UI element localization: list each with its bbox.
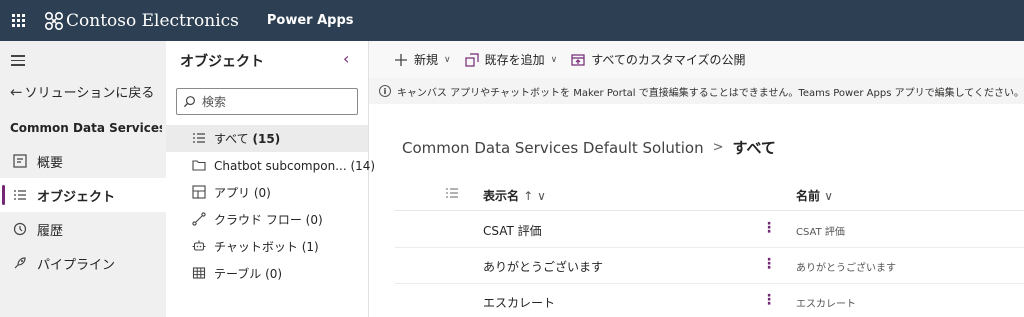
table-row[interactable]: ありがとうございます ⋮ ありがとうございます xyxy=(395,248,1024,284)
row-name: ありがとうございます xyxy=(796,263,896,274)
object-filter-count: (14) xyxy=(350,158,376,173)
table-icon xyxy=(192,267,206,279)
command-bar: 新規 ∨ 既存を追加 ∨ すべてのカスタマイズの公開 xyxy=(369,41,1024,78)
object-filter-label: クラウド フロー xyxy=(214,213,302,227)
solution-name: Common Data Services ... xyxy=(10,121,162,135)
object-filter-chatbots[interactable]: チャットボット (1) xyxy=(166,233,368,260)
search-input[interactable] xyxy=(202,94,352,109)
nav-item-overview[interactable]: 概要 xyxy=(0,144,166,178)
info-icon: i xyxy=(379,85,391,97)
object-filter-count: (0) xyxy=(265,267,283,281)
hamburger-menu-icon[interactable] xyxy=(11,55,25,69)
brand[interactable]: Contoso Electronics xyxy=(44,11,239,31)
publish-label: すべてのカスタマイズの公開 xyxy=(591,53,746,67)
object-filter-label: アプリ xyxy=(214,186,251,200)
nav-item-label: 履歴 xyxy=(37,223,64,239)
plus-icon xyxy=(394,53,408,67)
search-icon xyxy=(183,96,195,108)
object-filter-label: テーブル xyxy=(214,267,262,281)
chevron-down-icon: ∨ xyxy=(444,54,451,65)
back-to-solutions-link[interactable]: ← ソリューションに戻る xyxy=(10,82,155,102)
column-header-display-name-label: 表示名 xyxy=(483,189,520,203)
brand-name: Contoso Electronics xyxy=(66,10,239,31)
publish-all-button[interactable]: すべてのカスタマイズの公開 xyxy=(571,51,746,68)
publish-icon xyxy=(571,53,585,67)
column-header-name-label: 名前 xyxy=(796,189,821,203)
object-filter-count: (1) xyxy=(301,240,319,254)
objects-panel: オブジェクト ‹ すべて (15) Chatbot subcompon... (… xyxy=(166,41,375,317)
row-name: エスカレート xyxy=(796,299,856,310)
more-options-icon[interactable]: ⋮ xyxy=(762,220,776,236)
breadcrumb-separator: > xyxy=(712,140,724,155)
nav-item-history[interactable]: 履歴 xyxy=(0,212,166,246)
chevron-down-icon: ∨ xyxy=(550,54,558,65)
select-all-icon[interactable] xyxy=(445,187,459,199)
grid-header: 表示名 ↑ ∨ 名前 ∨ xyxy=(395,177,1024,211)
app-icon xyxy=(192,185,206,199)
history-icon xyxy=(11,221,29,237)
object-filter-all[interactable]: すべて (15) xyxy=(166,125,368,152)
breadcrumb-solution[interactable]: Common Data Services Default Solution xyxy=(402,139,704,157)
nav-item-label: オブジェクト xyxy=(37,189,116,205)
search-box[interactable] xyxy=(176,88,358,115)
list-icon xyxy=(193,133,205,143)
objects-icon xyxy=(11,187,29,203)
contoso-logo-icon xyxy=(44,11,64,30)
left-nav: ← ソリューションに戻る Common Data Services ... 概要… xyxy=(0,41,166,317)
nav-item-label: パイプライン xyxy=(37,257,116,273)
breadcrumb-current: すべて xyxy=(732,139,776,157)
row-name: CSAT 評価 xyxy=(796,227,845,238)
top-bar: Contoso Electronics Power Apps xyxy=(0,0,1024,41)
object-filter-apps[interactable]: アプリ (0) xyxy=(166,179,368,206)
collapse-panel-icon[interactable]: ‹ xyxy=(343,49,349,68)
row-display-name[interactable]: エスカレート xyxy=(483,294,555,311)
table-row[interactable]: CSAT 評価 ⋮ CSAT 評価 xyxy=(395,212,1024,248)
breadcrumb: Common Data Services Default Solution > … xyxy=(402,137,776,158)
pipeline-icon xyxy=(11,255,29,271)
object-filter-cloud-flows[interactable]: クラウド フロー (0) xyxy=(166,206,368,233)
add-existing-label: 既存を追加 xyxy=(484,53,545,67)
row-display-name[interactable]: CSAT 評価 xyxy=(483,222,542,239)
object-filter-label: チャットボット xyxy=(214,240,298,254)
objects-panel-title: オブジェクト xyxy=(180,54,264,70)
nav-item-pipelines[interactable]: パイプライン xyxy=(0,246,166,280)
new-label: 新規 xyxy=(414,53,439,67)
more-options-icon[interactable]: ⋮ xyxy=(762,256,776,272)
overview-icon xyxy=(11,153,29,169)
object-filter-count: (0) xyxy=(253,186,271,200)
row-display-name[interactable]: ありがとうございます xyxy=(483,258,603,275)
column-header-display-name[interactable]: 表示名 ↑ ∨ xyxy=(483,187,546,204)
arrow-left-icon: ← xyxy=(10,82,23,101)
table-row[interactable]: エスカレート ⋮ エスカレート xyxy=(395,284,1024,317)
flow-icon xyxy=(192,212,206,226)
object-filter-label: すべて xyxy=(214,132,249,146)
nav-item-objects[interactable]: オブジェクト xyxy=(0,178,166,212)
product-name[interactable]: Power Apps xyxy=(267,13,354,28)
object-filter-tables[interactable]: テーブル (0) xyxy=(166,260,368,287)
nav-item-label: 概要 xyxy=(37,155,64,171)
chatbot-icon xyxy=(192,240,206,251)
info-message: キャンバス アプリやチャットボットを Maker Portal で直接編集するこ… xyxy=(396,87,1024,99)
object-filter-count: (0) xyxy=(305,213,323,227)
object-filter-label: Chatbot subcompon... xyxy=(214,158,347,173)
object-filter-chatbot-subcomponents[interactable]: Chatbot subcompon... (14) xyxy=(166,152,375,179)
add-existing-button[interactable]: 既存を追加 ∨ xyxy=(465,51,558,68)
object-filter-count: (15) xyxy=(252,132,281,146)
folder-icon xyxy=(192,160,206,171)
info-bar: i キャンバス アプリやチャットボットを Maker Portal で直接編集す… xyxy=(369,78,1024,104)
back-label: ソリューションに戻る xyxy=(24,86,155,101)
sort-ascending-icon: ↑ ∨ xyxy=(523,189,546,203)
more-options-icon[interactable]: ⋮ xyxy=(762,292,776,308)
app-launcher-button[interactable] xyxy=(0,0,36,41)
waffle-icon xyxy=(11,14,25,27)
column-header-name[interactable]: 名前 ∨ xyxy=(796,187,833,204)
add-existing-icon xyxy=(465,52,479,67)
chevron-down-icon: ∨ xyxy=(824,189,833,203)
new-button[interactable]: 新規 ∨ xyxy=(394,51,451,68)
